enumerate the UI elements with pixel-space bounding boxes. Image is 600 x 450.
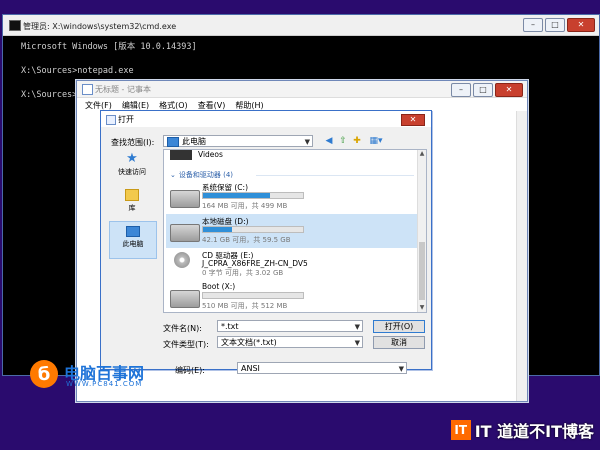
place-library[interactable]: 库 bbox=[109, 187, 155, 221]
drive-info: 164 MB 可用，共 499 MB bbox=[202, 202, 288, 210]
open-button[interactable]: 打开(O) bbox=[373, 320, 425, 333]
place-this-pc[interactable]: 此电脑 bbox=[109, 221, 157, 259]
scroll-up-icon[interactable]: ▲ bbox=[418, 150, 426, 158]
watermark-brand: IT 道道不IT博客 bbox=[474, 422, 594, 441]
computer-icon bbox=[167, 136, 179, 147]
dialog-title: 打开 bbox=[118, 115, 134, 124]
close-button[interactable]: ✕ bbox=[495, 83, 523, 97]
place-label: 库 bbox=[128, 204, 136, 212]
up-folder-icon[interactable]: ⇧ bbox=[337, 135, 349, 147]
file-list-scrollbar[interactable]: ▲ ▼ bbox=[417, 150, 426, 312]
chevron-down-icon: ▼ bbox=[354, 323, 360, 331]
drive-item-d[interactable]: 本地磁盘 (D:) 42.1 GB 可用，共 59.5 GB bbox=[166, 214, 418, 248]
menu-view[interactable]: 查看(V) bbox=[198, 100, 226, 111]
filetype-select[interactable]: 文本文档(*.txt) ▼ bbox=[217, 336, 363, 348]
cmd-line: Microsoft Windows [版本 10.0.14393] bbox=[21, 42, 197, 52]
lookin-value: 此电脑 bbox=[182, 137, 206, 146]
close-button[interactable]: ✕ bbox=[567, 18, 595, 32]
cmd-line: X:\Sources>notepad.exe bbox=[21, 66, 134, 76]
open-dialog[interactable]: 打开 ✕ 查找范围(I): 此电脑 ▼ ◀ ⇧ ✚ ▦▾ ★ 快速访问 库 此电… bbox=[100, 110, 432, 375]
drive-usage-bar bbox=[202, 292, 304, 299]
menu-format[interactable]: 格式(O) bbox=[159, 100, 188, 111]
encoding-select[interactable]: ANSI ▼ bbox=[237, 362, 407, 374]
notepad-titlebar[interactable]: 无标题 - 记事本 – □ ✕ bbox=[77, 81, 527, 98]
back-icon[interactable]: ◀ bbox=[323, 135, 335, 147]
menu-help[interactable]: 帮助(H) bbox=[235, 100, 263, 111]
library-icon bbox=[125, 189, 139, 201]
chevron-down-icon: ▼ bbox=[304, 138, 310, 146]
notepad-icon bbox=[82, 84, 93, 95]
filetype-label: 文件类型(T): bbox=[163, 340, 209, 349]
chevron-down-icon: ▼ bbox=[398, 365, 404, 373]
notepad-scrollbar[interactable] bbox=[516, 111, 527, 401]
filename-label: 文件名(N): bbox=[163, 324, 202, 333]
place-label: 此电脑 bbox=[122, 240, 144, 248]
star-icon: ★ bbox=[126, 151, 138, 166]
encoding-value: ANSI bbox=[241, 364, 260, 373]
filename-value: *.txt bbox=[221, 322, 239, 331]
lookin-label: 查找范围(I): bbox=[111, 138, 155, 147]
group-header[interactable]: ⌄ 设备和驱动器 (4) bbox=[170, 170, 233, 180]
chevron-down-icon: ⌄ bbox=[170, 171, 176, 179]
videos-folder-icon bbox=[170, 150, 192, 160]
drive-volume-label: J_CPRA_X86FRE_ZH-CN_DV5 bbox=[202, 259, 308, 268]
filetype-value: 文本文档(*.txt) bbox=[221, 338, 277, 347]
menu-file[interactable]: 文件(F) bbox=[85, 100, 112, 111]
list-item-videos[interactable]: Videos bbox=[198, 150, 223, 159]
scroll-down-icon[interactable]: ▼ bbox=[418, 304, 426, 312]
drive-info: 510 MB 可用，共 512 MB bbox=[202, 302, 288, 310]
new-folder-icon[interactable]: ✚ bbox=[351, 135, 363, 147]
cd-drive-icon bbox=[174, 252, 190, 268]
view-menu-icon[interactable]: ▦▾ bbox=[367, 135, 385, 147]
drive-item-c[interactable]: 系统保留 (C:) 164 MB 可用，共 499 MB bbox=[166, 180, 418, 214]
menu-edit[interactable]: 编辑(E) bbox=[122, 100, 149, 111]
group-label: 设备和驱动器 (4) bbox=[178, 171, 234, 179]
watermark-url: WWW.PC841.COM bbox=[66, 380, 143, 388]
scroll-thumb[interactable] bbox=[419, 242, 425, 300]
dialog-icon bbox=[106, 115, 116, 125]
cmd-line: X:\Sources> bbox=[21, 90, 78, 100]
maximize-button[interactable]: □ bbox=[473, 83, 493, 97]
watermark-right: IT IT 道道不IT博客 bbox=[450, 418, 594, 442]
computer-icon bbox=[126, 226, 140, 237]
drive-name: Boot (X:) bbox=[202, 282, 236, 291]
drive-item-x[interactable]: Boot (X:) 510 MB 可用，共 512 MB bbox=[166, 280, 418, 312]
chevron-down-icon: ▼ bbox=[354, 339, 360, 347]
dialog-titlebar[interactable]: 打开 ✕ bbox=[101, 111, 431, 127]
drive-info: 0 字节 可用，共 3.02 GB bbox=[202, 269, 284, 277]
filename-input[interactable]: *.txt ▼ bbox=[217, 320, 363, 332]
minimize-button[interactable]: – bbox=[523, 18, 543, 32]
it-logo-icon: IT bbox=[450, 420, 471, 440]
hard-drive-icon bbox=[170, 224, 200, 242]
file-list[interactable]: Videos ⌄ 设备和驱动器 (4) 系统保留 (C:) 164 MB 可用，共… bbox=[163, 149, 427, 313]
lookin-select[interactable]: 此电脑 ▼ bbox=[163, 135, 313, 147]
minimize-button[interactable]: – bbox=[451, 83, 471, 97]
cmd-titlebar[interactable]: 管理员: X:\windows\system32\cmd.exe – □ ✕ bbox=[3, 15, 599, 36]
group-divider bbox=[256, 175, 414, 176]
drive-usage-bar bbox=[202, 226, 304, 233]
drive-usage-bar bbox=[202, 192, 304, 199]
hard-drive-icon bbox=[170, 290, 200, 308]
pc841-logo-icon: б bbox=[30, 360, 58, 388]
maximize-button[interactable]: □ bbox=[545, 18, 565, 32]
place-quick-access[interactable]: ★ 快速访问 bbox=[109, 151, 155, 185]
places-bar: ★ 快速访问 库 此电脑 bbox=[107, 151, 157, 269]
drive-item-e[interactable]: CD 驱动器 (E:) J_CPRA_X86FRE_ZH-CN_DV5 0 字节… bbox=[166, 248, 418, 282]
drive-info: 42.1 GB 可用，共 59.5 GB bbox=[202, 236, 291, 244]
cmd-icon bbox=[9, 20, 21, 31]
notepad-title: 无标题 - 记事本 bbox=[95, 85, 151, 94]
dialog-close-button[interactable]: ✕ bbox=[401, 114, 425, 126]
hard-drive-icon bbox=[170, 190, 200, 208]
cancel-button[interactable]: 取消 bbox=[373, 336, 425, 349]
place-label: 快速访问 bbox=[118, 168, 146, 176]
watermark-left: б 电脑百事网 WWW.PC841.COM bbox=[30, 356, 230, 396]
cmd-title: 管理员: X:\windows\system32\cmd.exe bbox=[23, 22, 177, 31]
